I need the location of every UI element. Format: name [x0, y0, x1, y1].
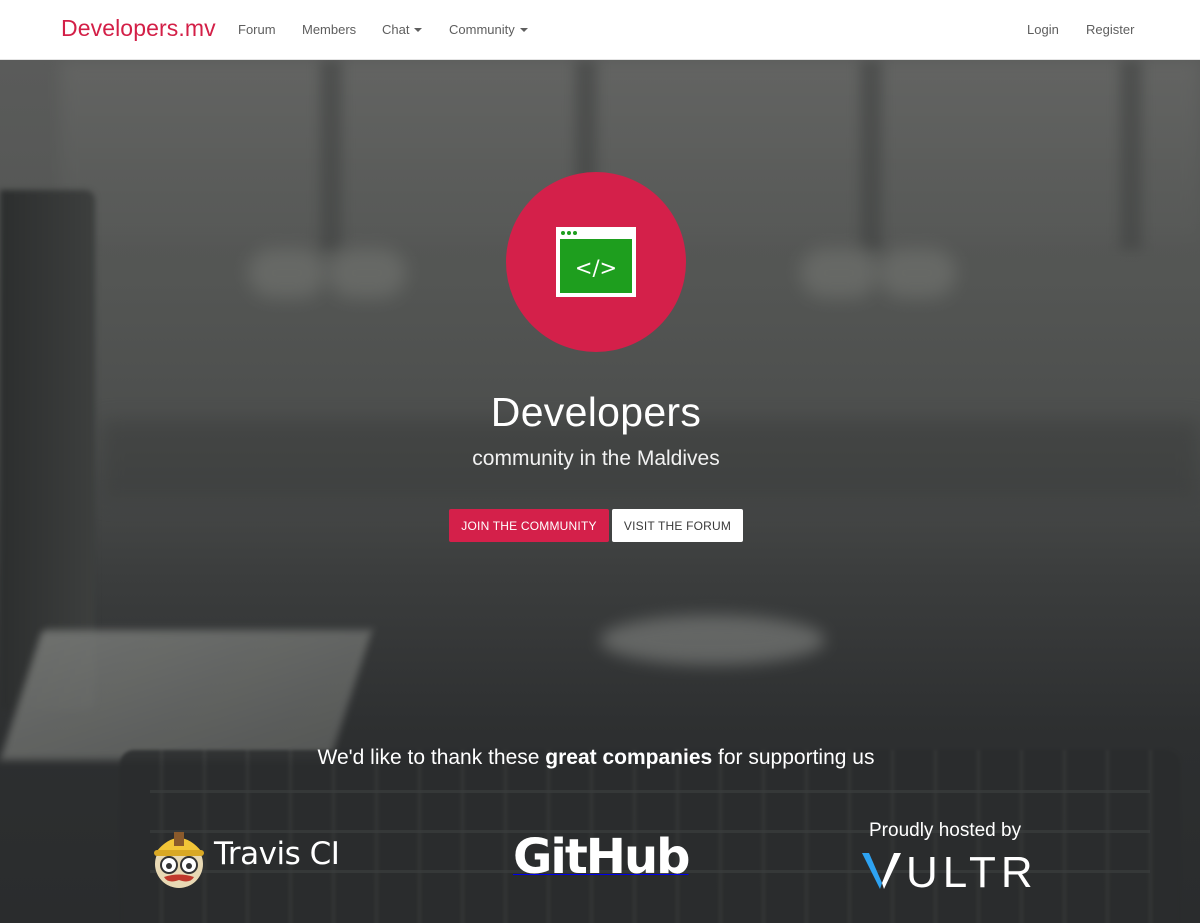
- vultr-caption: Proudly hosted by: [869, 820, 1022, 841]
- vultr-logo: ULTR: [862, 848, 1038, 891]
- travis-ci-sponsor-link[interactable]: Travis CI: [150, 828, 340, 888]
- nav-chat-dropdown[interactable]: Chat: [382, 22, 423, 37]
- vultr-sponsor-link[interactable]: Proudly hosted by ULTR: [858, 817, 1058, 897]
- community-logo: </>: [506, 172, 686, 352]
- background-decoration: [320, 60, 342, 250]
- vultr-wordmark: ULTR: [906, 848, 1038, 891]
- travis-ci-wordmark: Travis CI: [214, 836, 340, 872]
- visit-forum-button[interactable]: VISIT THE FORUM: [612, 509, 743, 542]
- github-sponsor-link[interactable]: GitHub: [513, 829, 690, 885]
- background-decoration: [150, 790, 1150, 793]
- background-decoration: [328, 248, 406, 298]
- nav-chat-label: Chat: [382, 22, 410, 37]
- background-decoration: [1120, 60, 1142, 250]
- nav-login-link[interactable]: Login: [1027, 22, 1059, 37]
- nav-community-dropdown[interactable]: Community: [449, 22, 528, 37]
- background-decoration: [878, 248, 956, 298]
- background-laptop: [0, 630, 373, 760]
- background-decoration: [248, 248, 326, 298]
- chevron-down-icon: [519, 27, 528, 32]
- thanks-bold: great companies: [545, 746, 713, 769]
- travis-mascot-icon: [154, 832, 204, 888]
- background-decoration: [860, 60, 882, 250]
- join-community-button[interactable]: JOIN THE COMMUNITY: [449, 509, 609, 542]
- thanks-prefix: We'd like to thank these: [317, 746, 546, 769]
- code-glyph: </>: [575, 256, 617, 280]
- github-wordmark: GitHub: [513, 829, 690, 885]
- background-decoration: [600, 615, 825, 665]
- sponsors-thanks-text: We'd like to thank these great companies…: [0, 746, 1192, 770]
- hero-title: Developers: [490, 389, 702, 435]
- top-navbar: Developers.mv Forum Members Chat Communi…: [0, 0, 1200, 60]
- background-decoration: [800, 248, 878, 298]
- hero-section: </> Developers community in the Maldives…: [0, 60, 1200, 923]
- nav-register-link[interactable]: Register: [1086, 22, 1134, 37]
- thanks-suffix: for supporting us: [712, 746, 875, 769]
- nav-forum-link[interactable]: Forum: [238, 22, 276, 37]
- code-window-icon: </>: [556, 227, 636, 297]
- chevron-down-icon: [414, 27, 423, 32]
- hero-subtitle: community in the Maldives: [472, 447, 720, 470]
- brand-logo-link[interactable]: Developers.mv: [61, 15, 216, 42]
- nav-members-link[interactable]: Members: [302, 22, 356, 37]
- nav-community-label: Community: [449, 22, 515, 37]
